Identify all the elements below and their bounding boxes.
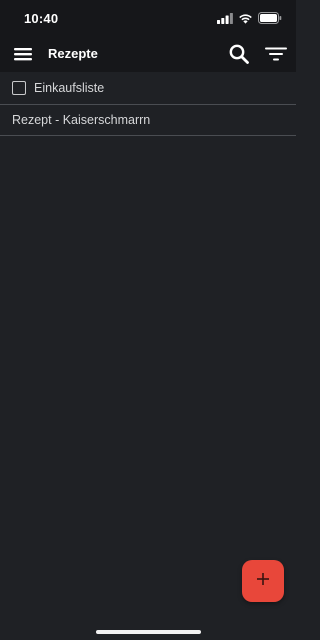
home-indicator	[96, 630, 201, 634]
cellular-signal-icon	[217, 12, 233, 24]
page-title: Rezepte	[48, 46, 98, 61]
shopping-list-label: Einkaufsliste	[34, 81, 105, 95]
plus-icon	[256, 572, 270, 591]
list-item[interactable]: Rezept - Kaiserschmarrn	[0, 105, 296, 136]
status-bar: 10:40	[0, 0, 296, 36]
search-icon[interactable]	[228, 43, 250, 65]
app-bar: Rezepte	[0, 36, 296, 72]
shopping-list-row: Einkaufsliste	[0, 72, 296, 105]
hamburger-menu-icon[interactable]	[12, 45, 34, 63]
status-time: 10:40	[24, 11, 59, 26]
status-icons	[217, 12, 282, 24]
shopping-list-checkbox[interactable]	[12, 81, 26, 95]
app-screen: 10:40 Rezepte Einkaufsliste Rezept - Kai…	[0, 0, 296, 640]
wifi-icon	[238, 13, 253, 24]
add-recipe-button[interactable]	[242, 560, 284, 602]
recipe-list: Einkaufsliste Rezept - Kaiserschmarrn	[0, 72, 296, 136]
battery-icon	[258, 12, 282, 24]
list-item-label: Rezept - Kaiserschmarrn	[12, 113, 151, 127]
filter-icon[interactable]	[264, 46, 288, 62]
